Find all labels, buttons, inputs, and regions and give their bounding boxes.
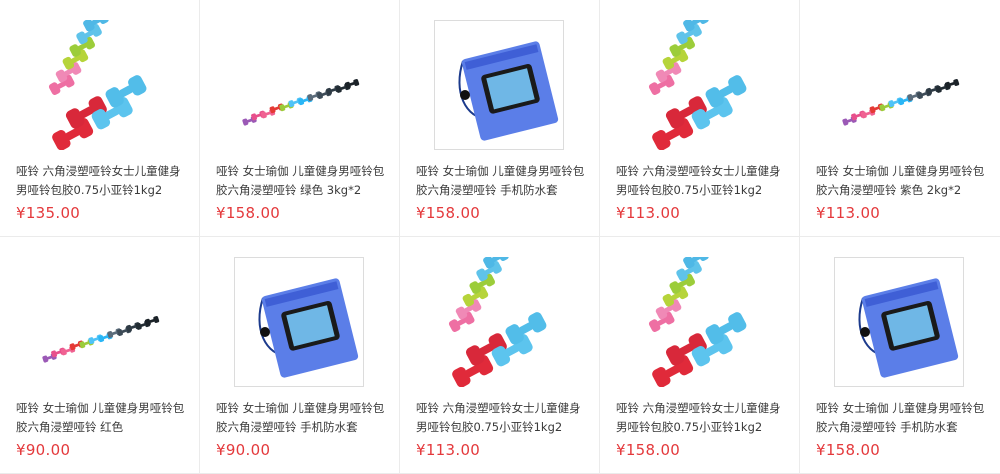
product-price: ¥90.00 xyxy=(16,441,71,459)
dumbbell-set-image xyxy=(647,20,749,150)
product-card[interactable]: 哑铃 女士瑜伽 儿童健身男哑铃包胶六角浸塑哑铃 手机防水套 ¥158.00 xyxy=(800,237,1000,474)
product-card[interactable]: 哑铃 女士瑜伽 儿童健身男哑铃包胶六角浸塑哑铃 紫色 2kg*2 ¥113.00 xyxy=(800,0,1000,237)
product-card[interactable]: 哑铃 六角浸塑哑铃女士儿童健身男哑铃包胶0.75小亚铃1kg2 ¥113.00 xyxy=(400,237,600,474)
product-price: ¥90.00 xyxy=(216,441,271,459)
product-title[interactable]: 哑铃 六角浸塑哑铃女士儿童健身男哑铃包胶0.75小亚铃1kg2 xyxy=(416,399,588,437)
dumbbell-row-image xyxy=(841,78,960,126)
product-title[interactable]: 哑铃 女士瑜伽 儿童健身男哑铃包胶六角浸塑哑铃 绿色 3kg*2 xyxy=(216,162,388,200)
phone-pouch-image xyxy=(258,278,359,378)
product-title[interactable]: 哑铃 女士瑜伽 儿童健身男哑铃包胶六角浸塑哑铃 红色 xyxy=(16,399,188,437)
dumbbell-set-image xyxy=(647,257,749,387)
product-image[interactable] xyxy=(234,257,364,387)
dumbbell-set-image xyxy=(47,20,149,150)
product-image[interactable] xyxy=(234,20,364,150)
dumbbell-set-image xyxy=(447,257,549,387)
product-title[interactable]: 哑铃 女士瑜伽 儿童健身男哑铃包胶六角浸塑哑铃 手机防水套 xyxy=(816,399,988,437)
product-card[interactable]: 哑铃 六角浸塑哑铃女士儿童健身男哑铃包胶0.75小亚铃1kg2 ¥158.00 xyxy=(600,237,800,474)
product-price: ¥158.00 xyxy=(616,441,681,459)
product-image[interactable] xyxy=(634,257,764,387)
dumbbell-row-image xyxy=(241,78,360,126)
product-card[interactable]: 哑铃 六角浸塑哑铃女士儿童健身男哑铃包胶0.75小亚铃1kg2 ¥135.00 xyxy=(0,0,200,237)
product-title[interactable]: 哑铃 女士瑜伽 儿童健身男哑铃包胶六角浸塑哑铃 手机防水套 xyxy=(416,162,588,200)
phone-pouch-image xyxy=(458,41,559,141)
product-image[interactable] xyxy=(834,20,964,150)
product-card[interactable]: 哑铃 六角浸塑哑铃女士儿童健身男哑铃包胶0.75小亚铃1kg2 ¥113.00 xyxy=(600,0,800,237)
product-grid: 哑铃 六角浸塑哑铃女士儿童健身男哑铃包胶0.75小亚铃1kg2 ¥135.00 xyxy=(0,0,1000,474)
product-image[interactable] xyxy=(434,257,564,387)
product-image[interactable] xyxy=(634,20,764,150)
product-title[interactable]: 哑铃 女士瑜伽 儿童健身男哑铃包胶六角浸塑哑铃 紫色 2kg*2 xyxy=(816,162,988,200)
product-price: ¥113.00 xyxy=(816,204,881,222)
product-price: ¥113.00 xyxy=(616,204,681,222)
product-price: ¥113.00 xyxy=(416,441,481,459)
product-price: ¥158.00 xyxy=(816,441,881,459)
product-price: ¥158.00 xyxy=(216,204,281,222)
product-card[interactable]: 哑铃 女士瑜伽 儿童健身男哑铃包胶六角浸塑哑铃 绿色 3kg*2 ¥158.00 xyxy=(200,0,400,237)
product-title[interactable]: 哑铃 六角浸塑哑铃女士儿童健身男哑铃包胶0.75小亚铃1kg2 xyxy=(16,162,188,200)
product-image[interactable] xyxy=(434,20,564,150)
phone-pouch-image xyxy=(858,278,959,378)
product-card[interactable]: 哑铃 女士瑜伽 儿童健身男哑铃包胶六角浸塑哑铃 手机防水套 ¥158.00 xyxy=(400,0,600,237)
product-title[interactable]: 哑铃 六角浸塑哑铃女士儿童健身男哑铃包胶0.75小亚铃1kg2 xyxy=(616,162,788,200)
product-image[interactable] xyxy=(34,257,164,387)
product-title[interactable]: 哑铃 六角浸塑哑铃女士儿童健身男哑铃包胶0.75小亚铃1kg2 xyxy=(616,399,788,437)
product-price: ¥158.00 xyxy=(416,204,481,222)
product-title[interactable]: 哑铃 女士瑜伽 儿童健身男哑铃包胶六角浸塑哑铃 手机防水套 xyxy=(216,399,388,437)
product-price: ¥135.00 xyxy=(16,204,81,222)
product-image[interactable] xyxy=(34,20,164,150)
dumbbell-row-image xyxy=(41,315,160,363)
product-card[interactable]: 哑铃 女士瑜伽 儿童健身男哑铃包胶六角浸塑哑铃 红色 ¥90.00 xyxy=(0,237,200,474)
product-image[interactable] xyxy=(834,257,964,387)
product-card[interactable]: 哑铃 女士瑜伽 儿童健身男哑铃包胶六角浸塑哑铃 手机防水套 ¥90.00 xyxy=(200,237,400,474)
